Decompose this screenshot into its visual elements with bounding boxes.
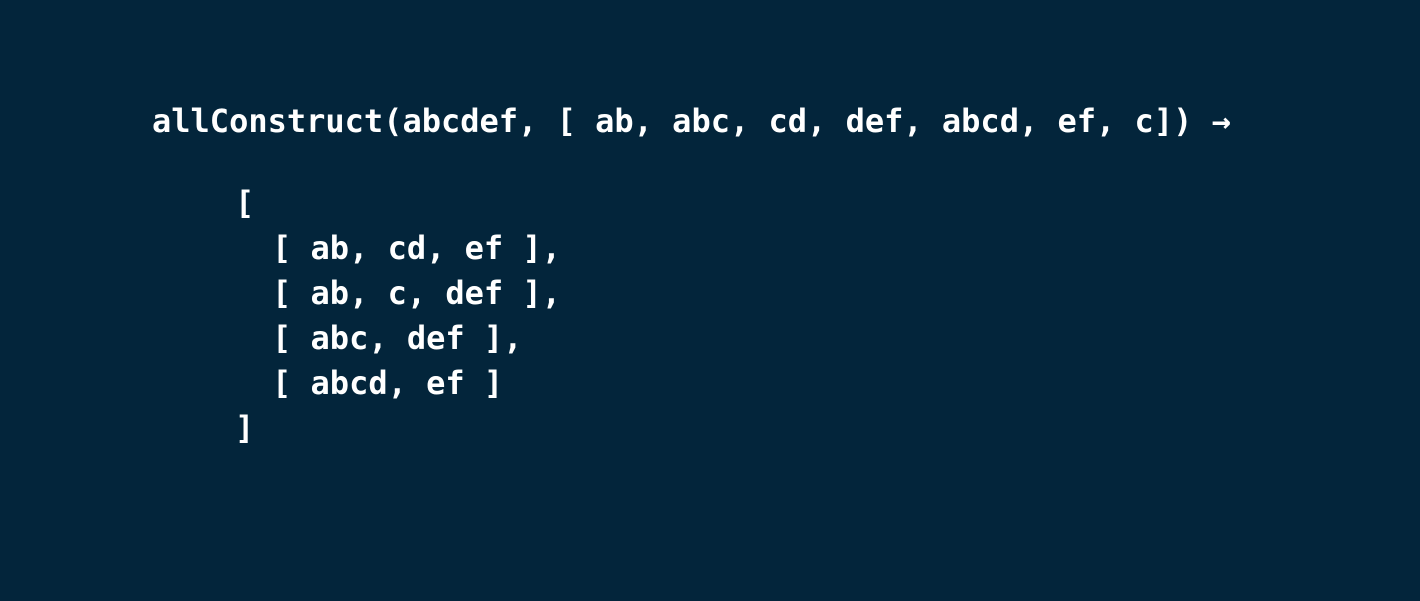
result-row: [ abcd, ef ] — [272, 364, 504, 402]
result-close-bracket: ] — [235, 409, 255, 447]
result-row: [ ab, cd, ef ], — [272, 229, 561, 267]
result-open-bracket: [ — [235, 184, 255, 222]
function-call-line: allConstruct(abcdef, [ ab, abc, cd, def,… — [152, 102, 1231, 140]
result-row: [ abc, def ], — [272, 319, 523, 357]
code-slide: allConstruct(abcdef, [ ab, abc, cd, def,… — [0, 0, 1420, 601]
result-row: [ ab, c, def ], — [272, 274, 561, 312]
